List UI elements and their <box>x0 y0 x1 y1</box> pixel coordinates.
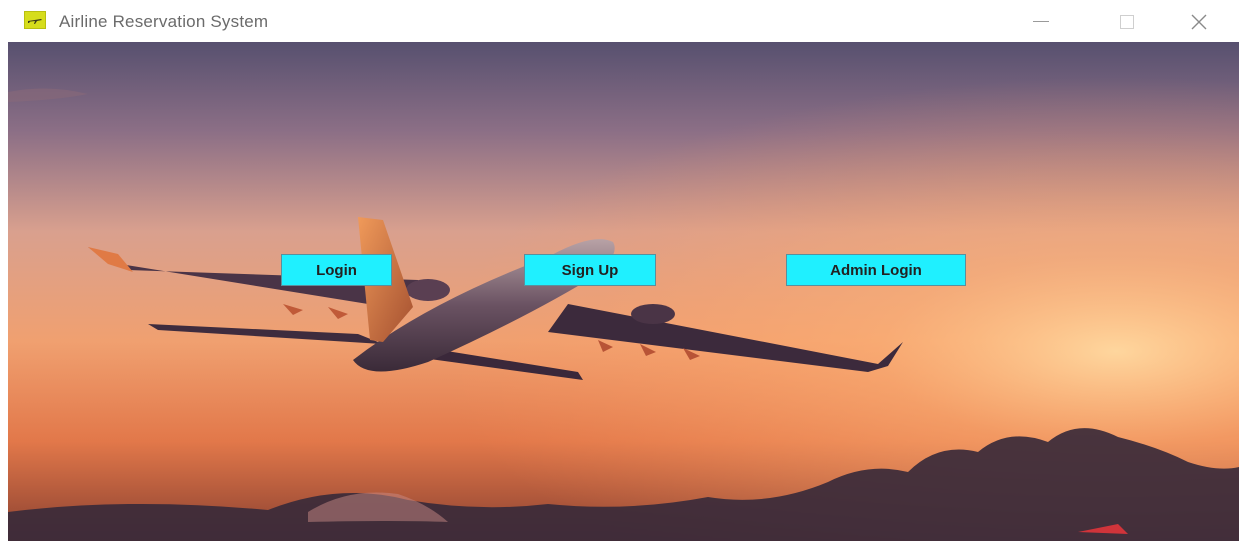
maximize-icon[interactable] <box>1104 8 1150 36</box>
sign-up-button[interactable]: Sign Up <box>524 254 656 286</box>
title-bar[interactable]: Airline Reservation System <box>8 0 1239 42</box>
window-left-edge <box>0 42 8 541</box>
main-panel: Login Sign Up Admin Login <box>8 42 1239 541</box>
minimize-icon[interactable] <box>1018 8 1064 36</box>
login-button[interactable]: Login <box>281 254 392 286</box>
window-title: Airline Reservation System <box>59 12 269 31</box>
app-window: Airline Reservation System Login Sign Up… <box>0 0 1239 541</box>
admin-login-button[interactable]: Admin Login <box>786 254 966 286</box>
close-icon[interactable] <box>1176 8 1222 36</box>
airplane-app-icon <box>24 11 46 29</box>
sunset-airplane-photo <box>8 42 1239 541</box>
